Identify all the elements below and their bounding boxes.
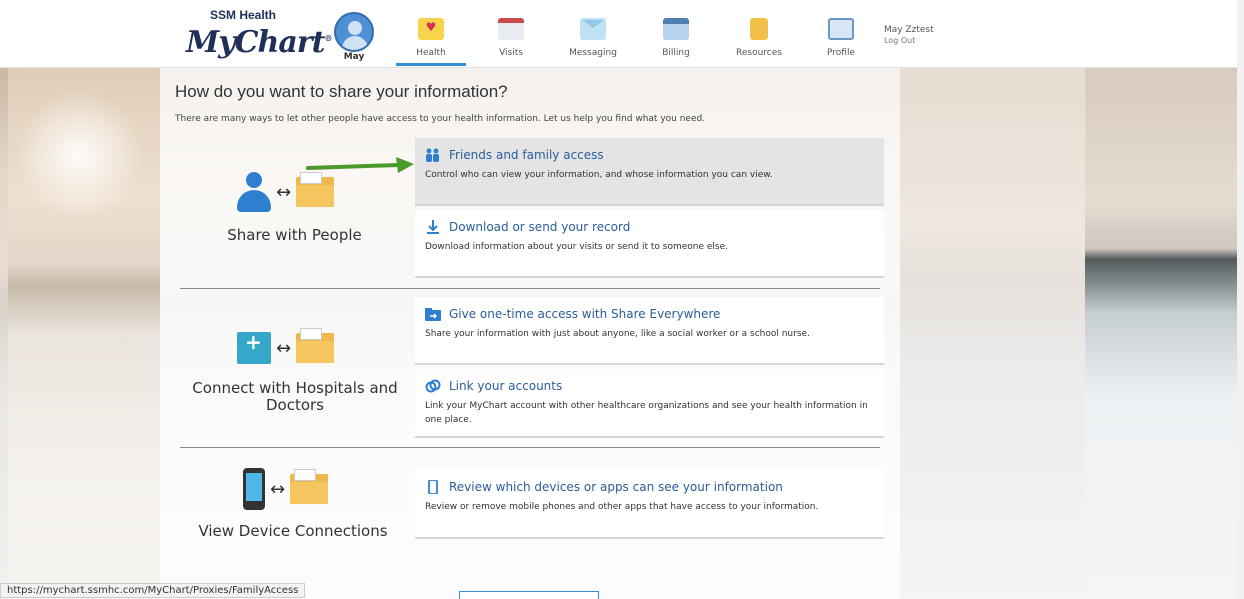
section-label-connect-hospitals: Connect with Hospitals and Doctors xyxy=(192,379,398,414)
user-avatar-tab[interactable]: May xyxy=(333,12,375,62)
section-label-device-connections: View Device Connections xyxy=(198,522,388,540)
tab-profile[interactable]: Profile xyxy=(806,18,876,64)
green-pointer-arrow xyxy=(306,157,414,173)
tab-visits[interactable]: Visits xyxy=(476,18,546,64)
option-review-devices[interactable]: Review which devices or apps can see you… xyxy=(415,470,884,539)
id-card-icon xyxy=(828,18,854,40)
heart-icon xyxy=(418,18,444,40)
background-right-scene xyxy=(1085,68,1237,599)
hospital-icon xyxy=(237,330,271,364)
tab-label: Messaging xyxy=(569,48,617,58)
tab-health[interactable]: Health xyxy=(396,18,466,66)
devices-illustration: ↔ xyxy=(243,468,329,510)
option-friends-family-access[interactable]: Friends and family access Control who ca… xyxy=(415,138,884,206)
option-title: Link your accounts xyxy=(449,379,563,393)
share-everywhere-icon xyxy=(425,307,441,321)
two-way-arrow-icon: ↔ xyxy=(276,181,292,203)
background-runner-scene xyxy=(900,68,1085,599)
share-with-people-illustration: ↔ xyxy=(237,172,335,212)
two-way-arrow-icon: ↔ xyxy=(276,337,292,359)
avatar-label: May xyxy=(333,52,375,62)
section-label-share-with-people: Share with People xyxy=(227,226,362,244)
page-title: How do you want to share your informatio… xyxy=(175,82,508,101)
book-icon xyxy=(750,18,768,40)
logo-product-name: MyChart® xyxy=(186,25,332,60)
option-description: Link your MyChart account with other hea… xyxy=(425,401,868,425)
calendar-icon xyxy=(498,18,524,40)
tab-label: Billing xyxy=(662,48,690,58)
option-download-send-record[interactable]: Download or send your record Download in… xyxy=(415,210,884,278)
mychart-logo[interactable]: SSM Health MyChart® xyxy=(186,8,332,60)
tab-billing[interactable]: Billing xyxy=(641,18,711,64)
link-icon xyxy=(425,379,441,393)
tab-label: Profile xyxy=(827,48,855,58)
logo-org-name: SSM Health xyxy=(209,8,276,22)
envelope-icon xyxy=(580,18,606,40)
background-sun-glare xyxy=(14,90,144,220)
hospitals-illustration: ↔ xyxy=(237,328,335,364)
option-share-everywhere[interactable]: Give one-time access with Share Everywhe… xyxy=(415,297,884,365)
two-way-arrow-icon: ↔ xyxy=(270,478,286,500)
section-divider xyxy=(180,447,880,448)
folder-icon xyxy=(296,328,335,363)
option-title: Give one-time access with Share Everywhe… xyxy=(449,307,721,321)
mobile-phone-icon xyxy=(243,468,265,510)
logout-link[interactable]: Log Out xyxy=(884,36,934,45)
credit-card-icon xyxy=(663,18,689,40)
download-icon xyxy=(425,220,441,234)
mobile-device-icon xyxy=(425,479,441,495)
user-info: May Zztest Log Out xyxy=(884,25,934,45)
tab-messaging[interactable]: Messaging xyxy=(558,18,628,64)
folder-icon xyxy=(290,469,329,504)
avatar xyxy=(334,12,374,52)
option-title: Download or send your record xyxy=(449,220,631,234)
section-divider xyxy=(180,288,880,289)
tab-label: Resources xyxy=(736,48,782,58)
folder-icon xyxy=(296,172,335,207)
status-bar-url: https://mychart.ssmhc.com/MyChart/Proxie… xyxy=(0,583,306,598)
tab-label: Health xyxy=(416,48,446,58)
top-navigation-bar: SSM Health MyChart® May Health Visits Me… xyxy=(0,0,1244,68)
option-description: Review or remove mobile phones and other… xyxy=(425,502,819,512)
option-link-accounts[interactable]: Link your accounts Link your MyChart acc… xyxy=(415,369,884,438)
page-subtitle: There are many ways to let other people … xyxy=(175,114,706,124)
option-title: Friends and family access xyxy=(449,148,604,162)
option-description: Share your information with just about a… xyxy=(425,329,810,339)
back-to-home-button[interactable] xyxy=(459,591,599,599)
option-description: Control who can view your information, a… xyxy=(425,170,773,180)
page-scrollbar[interactable] xyxy=(1237,0,1244,599)
person-icon xyxy=(237,172,271,212)
family-icon xyxy=(425,148,441,162)
tab-label: Visits xyxy=(499,48,523,58)
option-description: Download information about your visits o… xyxy=(425,242,729,252)
user-name: May Zztest xyxy=(884,25,934,35)
tab-resources[interactable]: Resources xyxy=(724,18,794,64)
option-title: Review which devices or apps can see you… xyxy=(449,480,783,494)
